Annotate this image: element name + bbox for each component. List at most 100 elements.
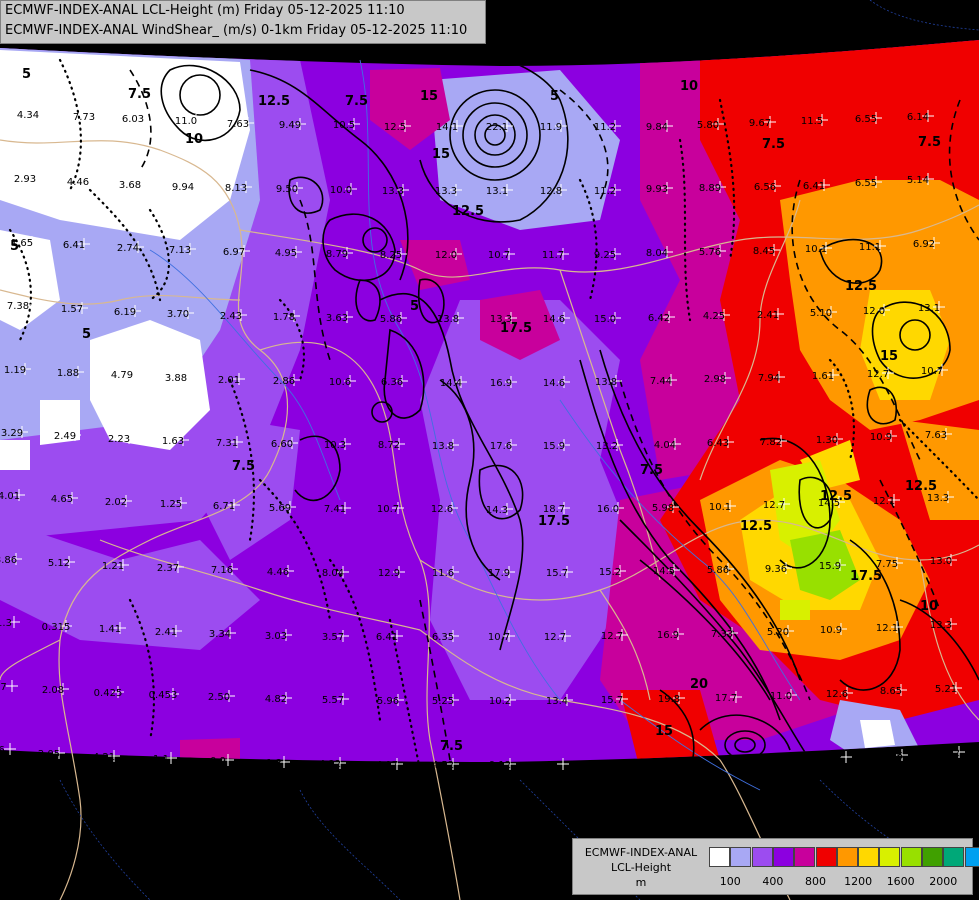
station-value: 17.6: [490, 441, 512, 452]
station-value: 1.1: [153, 754, 169, 765]
station-value: 8.02: [938, 748, 960, 759]
station-value: 9.49: [279, 120, 301, 131]
svg-text:7.5: 7.5: [640, 463, 663, 478]
station-value: 9.67: [749, 118, 771, 129]
station-value: 9.93: [646, 184, 668, 195]
svg-text:10: 10: [920, 599, 938, 614]
station-value: 13.8: [437, 314, 459, 325]
station-value: 5.96: [377, 696, 399, 707]
station-value: 8.89: [699, 183, 721, 194]
station-value: 2.08: [42, 685, 64, 696]
station-value: 2.01: [218, 375, 240, 386]
station-value: 14.4: [440, 378, 462, 389]
station-value: 5.21: [935, 684, 957, 695]
station-value: 4.21: [93, 752, 115, 763]
station-value: 2.98: [704, 374, 726, 385]
station-value: 6.56: [754, 182, 776, 193]
legend-swatch: [709, 847, 730, 867]
station-value: 3.03: [265, 631, 287, 642]
station-value: 11.1: [859, 242, 881, 253]
station-value: 1.30: [816, 435, 838, 446]
station-value: 1.3: [0, 618, 12, 629]
station-value: 7.75: [876, 559, 898, 570]
station-value: 12.7: [867, 369, 889, 380]
station-value: 3.88: [165, 373, 187, 384]
station-value: 5.80: [697, 120, 719, 131]
station-value: 12.6: [826, 689, 848, 700]
lcl-height-field: [0, 40, 979, 762]
station-value: 14.3: [486, 505, 508, 516]
station-value: 2.41: [757, 310, 779, 321]
station-value: 10.2: [489, 696, 511, 707]
station-value: 14.5: [653, 566, 675, 577]
station-value: 11.0: [175, 116, 197, 127]
station-value: 6.19: [114, 307, 136, 318]
station-value: 2.41: [155, 627, 177, 638]
station-value: 4.95: [275, 248, 297, 259]
station-value: 5.10: [810, 308, 832, 319]
station-value: 13.0: [930, 556, 952, 567]
station-value: 7.16: [211, 565, 233, 576]
station-value: 7.44: [650, 376, 672, 387]
station-value: 8.65: [880, 686, 902, 697]
station-value: 6.60: [271, 439, 293, 450]
legend-swatch: [730, 847, 752, 867]
station-value: 7.73: [73, 112, 95, 123]
legend-tick-label: 800: [805, 875, 826, 888]
legend-swatch: [943, 847, 965, 867]
station-value: 5.12: [48, 558, 70, 569]
svg-text:5: 5: [82, 327, 91, 342]
station-value: 1.61: [812, 371, 834, 382]
station-value: 10.7: [377, 504, 399, 515]
station-value: 9.84: [646, 122, 668, 133]
station-value: 2.02: [105, 497, 127, 508]
station-value: 11.2: [594, 186, 616, 197]
station-value: 13.8: [595, 377, 617, 388]
svg-text:12.5: 12.5: [258, 94, 290, 109]
svg-text:5: 5: [550, 89, 559, 104]
legend-model: ECMWF-INDEX-ANAL: [584, 846, 698, 859]
station-value: 4.04: [654, 440, 676, 451]
legend-tick-label: 1200: [844, 875, 873, 888]
legend-tick-label: 400: [762, 875, 784, 888]
station-value: 3.34: [209, 629, 231, 640]
station-value: 11.6: [432, 568, 454, 579]
station-value: 12.7: [544, 632, 566, 643]
station-value: .7: [0, 682, 7, 693]
station-value: 7.63: [925, 430, 947, 441]
station-value: 6.71: [213, 501, 235, 512]
station-value: 9.94: [172, 182, 194, 193]
station-value: 12.0: [435, 250, 457, 261]
svg-text:17.5: 17.5: [850, 569, 882, 584]
station-value: 13.8: [432, 441, 454, 452]
station-value: 6.97: [223, 247, 245, 258]
station-value: 13.4: [546, 696, 568, 707]
station-value: 9.50: [276, 184, 298, 195]
station-value: 12.5: [384, 122, 406, 133]
station-value: 2.50: [208, 692, 230, 703]
station-value: 4.97: [376, 760, 398, 771]
station-value: 7.38: [7, 301, 29, 312]
station-value: 9.12: [489, 760, 511, 771]
station-value: 5.98: [652, 503, 674, 514]
station-value: 6.41: [376, 632, 398, 643]
station-value: 4.32: [319, 759, 341, 770]
station-value: 11.5: [801, 116, 823, 127]
legend-swatch: [751, 847, 773, 867]
legend-title: ECMWF-INDEX-ANAL LCL-Height m: [577, 845, 705, 890]
svg-text:7.5: 7.5: [232, 459, 255, 474]
station-value: 7.33: [711, 629, 733, 640]
station-value: 10.9: [870, 432, 892, 443]
station-value: 4.79: [111, 370, 133, 381]
station-value: 15.2: [599, 567, 621, 578]
station-value: 12.7: [601, 631, 623, 642]
legend-swatch: [815, 847, 837, 867]
station-value: 1.63: [162, 436, 184, 447]
station-value: 10.6: [881, 751, 903, 762]
legend-swatch: [922, 847, 943, 867]
station-value: 4.46: [67, 177, 89, 188]
legend-tick-label: 1600: [886, 875, 915, 888]
station-value: 12.0: [863, 306, 885, 317]
station-value: 10.7: [921, 366, 943, 377]
station-value: 11.2: [594, 122, 616, 133]
